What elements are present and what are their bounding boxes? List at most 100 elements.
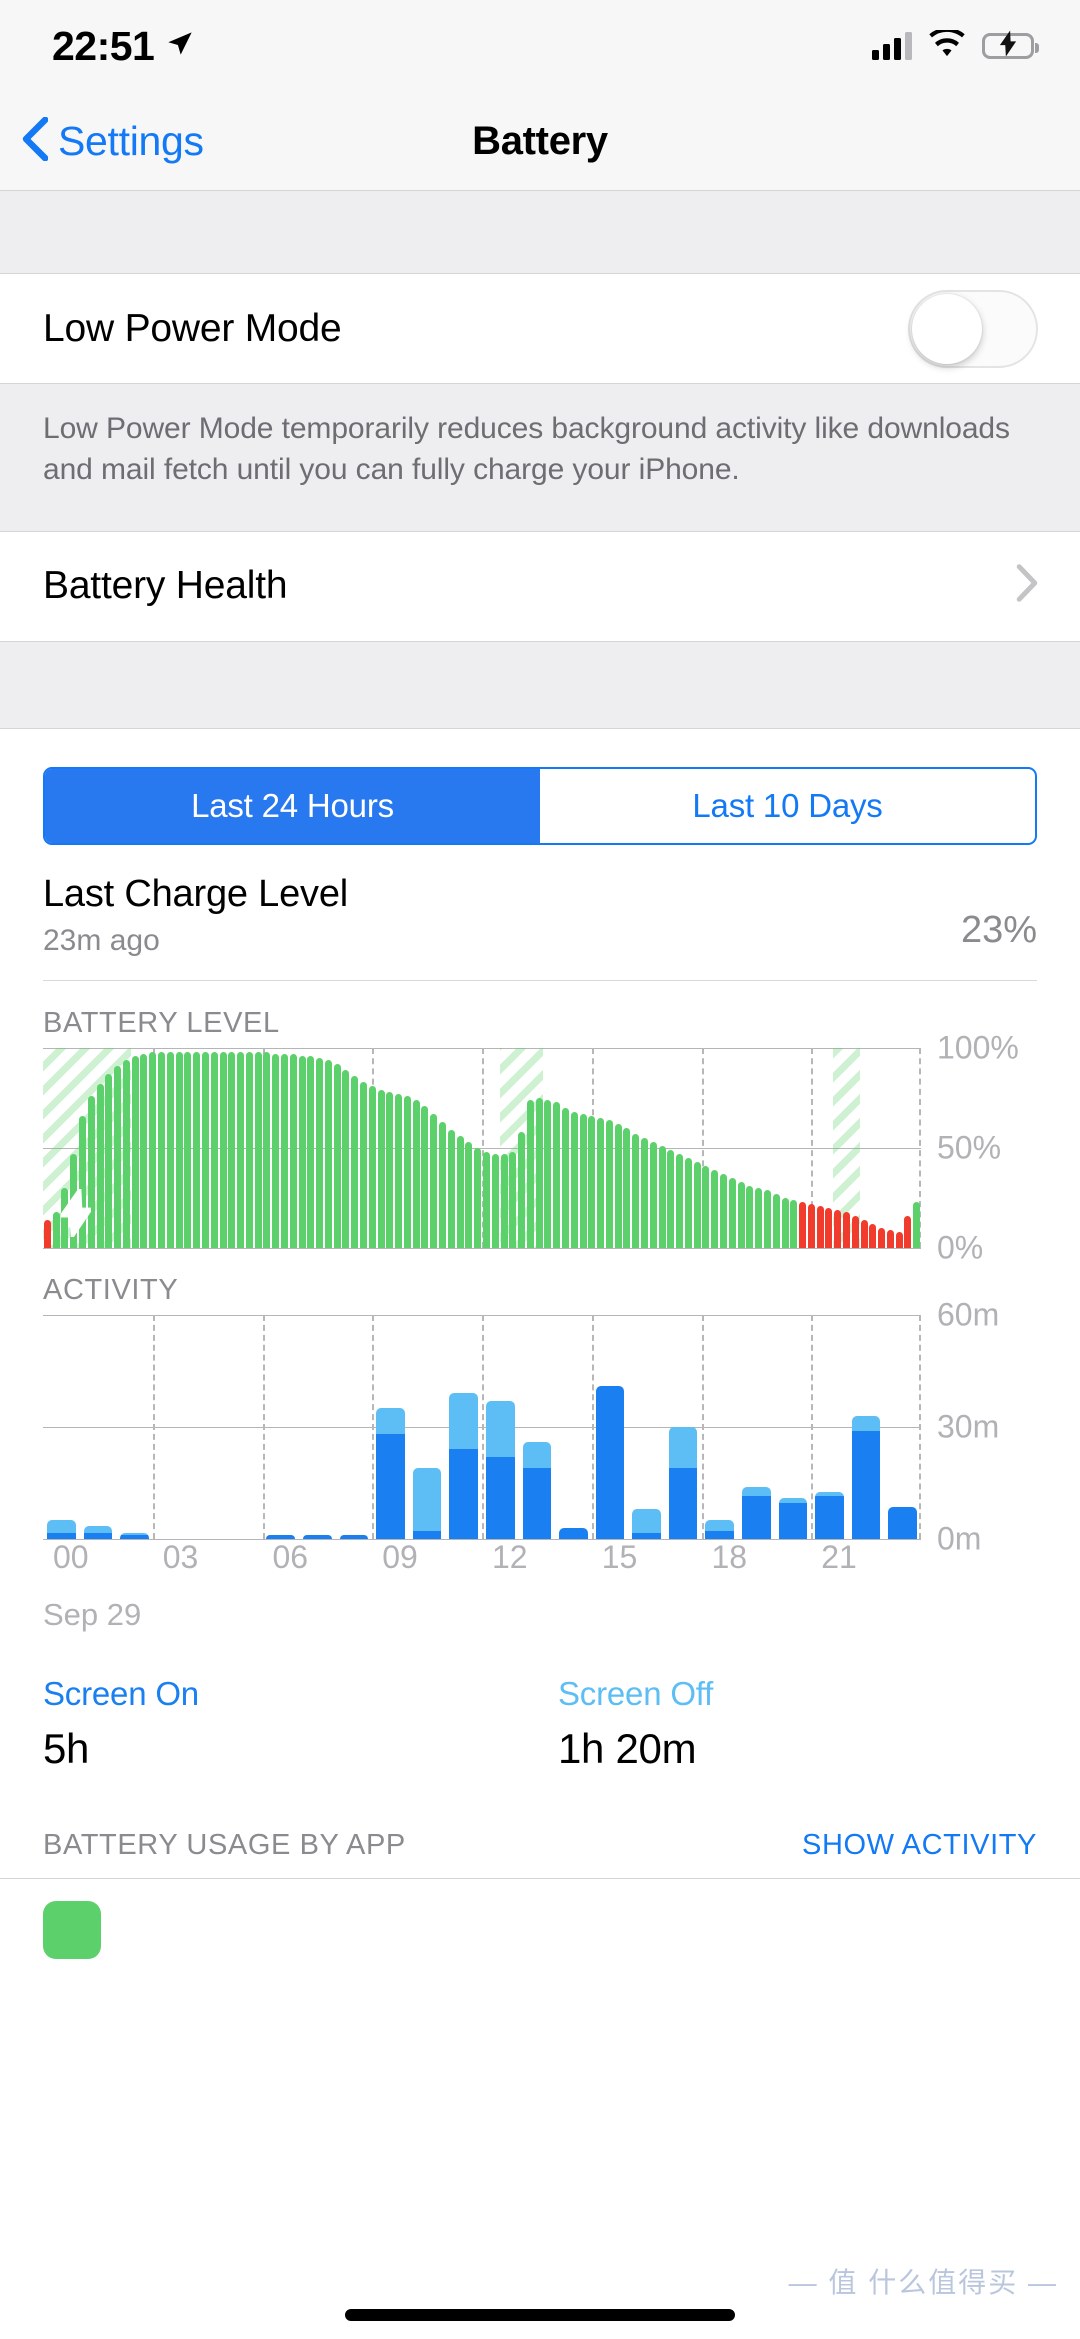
- activity-bar-screen-off: [412, 1467, 442, 1532]
- battery-level-bar: [184, 1051, 192, 1248]
- battery-level-bar: [684, 1157, 692, 1248]
- activity-plot-column: 00 03 06 09 12 15 18 21 Sep 29: [43, 1314, 921, 1633]
- battery-level-bar: [553, 1101, 561, 1248]
- activity-bar-screen-on: [705, 1531, 734, 1539]
- battery-level-bar: [70, 1153, 78, 1248]
- battery-level-bar: [175, 1051, 183, 1248]
- section-gap-middle: [0, 641, 1080, 729]
- battery-health-row[interactable]: Battery Health: [0, 531, 1080, 642]
- battery-health-label: Battery Health: [43, 564, 288, 608]
- back-button[interactable]: Settings: [22, 116, 204, 166]
- battery-level-bar: [544, 1099, 552, 1248]
- activity-bar: [412, 1467, 442, 1539]
- home-indicator[interactable]: [345, 2309, 735, 2321]
- x-axis-tick-label: 06: [272, 1538, 309, 1575]
- time-range-segmented-control[interactable]: Last 24 Hours Last 10 Days: [43, 766, 1037, 845]
- activity-bar-screen-off: [485, 1400, 515, 1457]
- battery-level-bar: [245, 1051, 253, 1248]
- battery-level-bar: [79, 1115, 87, 1248]
- battery-level-bar: [61, 1187, 69, 1248]
- battery-level-bar: [149, 1051, 157, 1248]
- battery-level-bar: [465, 1141, 473, 1248]
- segment-last-24-hours[interactable]: Last 24 Hours: [45, 768, 540, 843]
- battery-level-bar: [842, 1211, 850, 1248]
- battery-level-bar: [561, 1107, 569, 1248]
- battery-level-bar: [728, 1177, 736, 1248]
- battery-usage-card: Last 24 Hours Last 10 Days Last Charge L…: [0, 766, 1080, 1773]
- activity-y-axis: 60m 30m 0m: [921, 1296, 1037, 1633]
- segment-last-10-days[interactable]: Last 10 Days: [540, 769, 1035, 843]
- battery-level-bar: [447, 1129, 455, 1248]
- activity-bar: [522, 1441, 552, 1539]
- battery-charging-icon: [982, 30, 1039, 59]
- app-icon: [43, 1900, 101, 1959]
- activity-bar-screen-on: [741, 1495, 771, 1539]
- status-bar: 22:51: [0, 0, 1080, 92]
- battery-level-bar: [430, 1113, 438, 1248]
- battery-level-bar: [720, 1173, 728, 1248]
- activity-bar: [632, 1508, 661, 1539]
- battery-level-bar: [535, 1097, 543, 1248]
- activity-bar-screen-off: [47, 1520, 76, 1534]
- battery-level-bar: [667, 1149, 675, 1248]
- battery-level-bar: [737, 1181, 745, 1248]
- grid-line: [43, 1247, 921, 1249]
- battery-level-bar: [807, 1203, 815, 1248]
- activity-bar: [47, 1520, 76, 1539]
- battery-level-bar: [702, 1165, 710, 1248]
- battery-level-bar: [641, 1137, 649, 1248]
- screen-on-label: Screen On: [43, 1674, 199, 1712]
- activity-bar: [559, 1527, 588, 1539]
- wifi-icon: [928, 27, 966, 63]
- activity-bar-screen-off: [705, 1520, 734, 1532]
- last-charge-level-percent: 23%: [960, 908, 1037, 951]
- battery-level-bar: [588, 1115, 596, 1248]
- activity-bar: [741, 1486, 771, 1539]
- battery-level-bar: [605, 1119, 613, 1248]
- screen-on-group: Screen On 5h: [43, 1675, 522, 1773]
- battery-level-bar: [105, 1073, 113, 1248]
- battery-level-bar: [316, 1057, 324, 1248]
- section-gap-top: [0, 191, 1080, 274]
- activity-bar-screen-off: [851, 1415, 881, 1431]
- show-activity-button[interactable]: SHOW ACTIVITY: [802, 1829, 1037, 1862]
- low-power-mode-row[interactable]: Low Power Mode: [0, 274, 1080, 384]
- activity-plot-area: [43, 1314, 921, 1540]
- battery-level-bar: [746, 1185, 754, 1248]
- battery-level-bars: [43, 1048, 921, 1248]
- y-axis-tick-label: 0m: [937, 1520, 982, 1557]
- activity-bar: [851, 1415, 881, 1539]
- activity-bar-screen-on: [559, 1527, 588, 1539]
- battery-level-bar: [570, 1111, 578, 1248]
- battery-level-bar: [368, 1085, 376, 1248]
- activity-bar: [83, 1525, 113, 1539]
- last-charge-level-title: Last Charge Level: [43, 872, 349, 915]
- battery-level-bar: [254, 1051, 262, 1248]
- battery-level-bar: [658, 1145, 666, 1248]
- battery-level-bar: [816, 1205, 824, 1248]
- back-button-label: Settings: [58, 117, 204, 164]
- battery-level-bar: [289, 1053, 297, 1248]
- battery-level-bar: [649, 1141, 657, 1248]
- battery-level-bar: [623, 1127, 631, 1248]
- battery-level-bar: [869, 1223, 877, 1248]
- battery-level-chart-title: BATTERY LEVEL: [43, 1006, 280, 1039]
- battery-level-bar: [280, 1053, 288, 1248]
- low-power-mode-toggle[interactable]: [908, 289, 1038, 368]
- battery-level-bar: [131, 1055, 139, 1248]
- battery-level-bar: [579, 1113, 587, 1248]
- battery-level-bar: [886, 1229, 894, 1248]
- battery-level-bar: [210, 1051, 218, 1248]
- y-axis-tick-label: 60m: [937, 1296, 1000, 1333]
- y-axis-tick-label: 100%: [937, 1029, 1019, 1066]
- battery-level-bar: [895, 1231, 903, 1248]
- battery-level-bar: [755, 1187, 763, 1248]
- cellular-bars-icon: [872, 32, 912, 60]
- battery-level-bar: [412, 1099, 420, 1248]
- activity-bar: [595, 1385, 625, 1539]
- battery-level-bar: [351, 1075, 359, 1248]
- activity-x-axis: 00 03 06 09 12 15 18 21: [43, 1539, 921, 1593]
- battery-level-bar: [263, 1051, 271, 1248]
- toggle-knob: [912, 293, 982, 364]
- screen-on-value: 5h: [43, 1724, 90, 1772]
